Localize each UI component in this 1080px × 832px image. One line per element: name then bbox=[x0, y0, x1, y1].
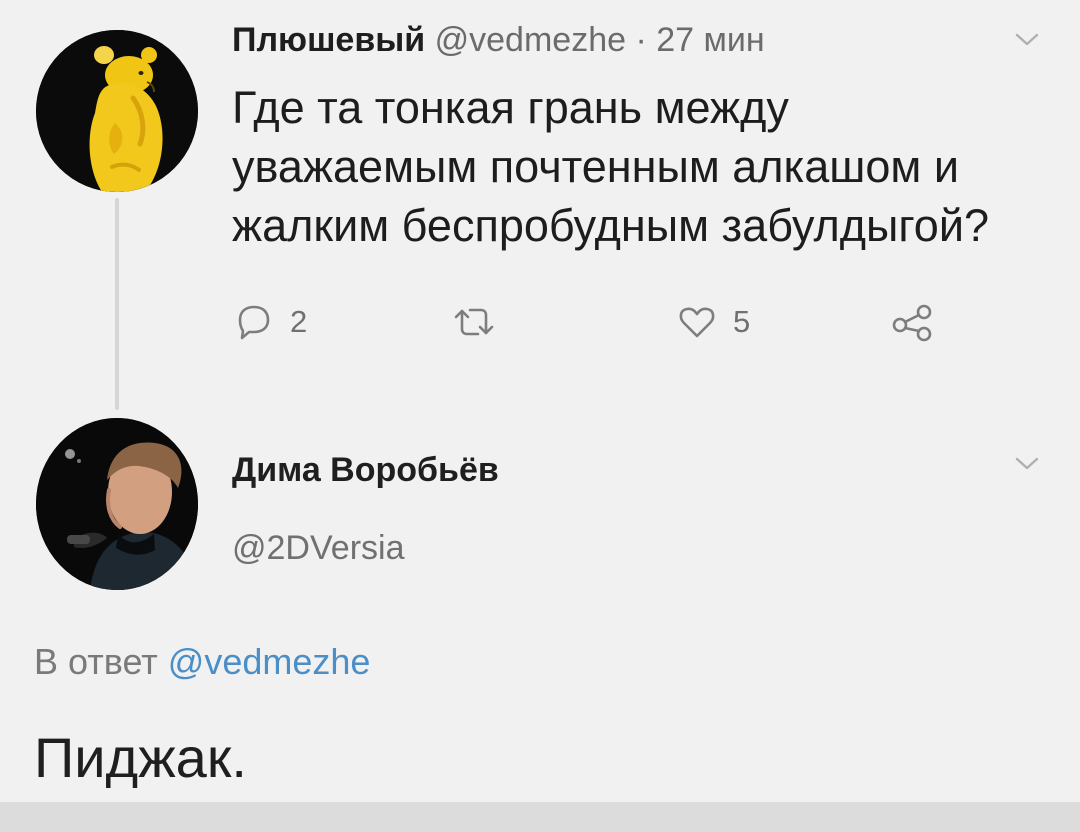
tweet-text: Где та тонкая грань между уважаемым почт… bbox=[232, 78, 1032, 255]
reply-action[interactable]: 2 bbox=[232, 292, 307, 352]
author-avatar[interactable] bbox=[36, 30, 198, 192]
tweet-menu-button[interactable] bbox=[1014, 32, 1040, 48]
man-portrait-avatar-image bbox=[36, 418, 198, 590]
chevron-down-icon bbox=[1015, 457, 1039, 470]
share-icon bbox=[892, 304, 932, 342]
reply-count: 2 bbox=[290, 304, 308, 339]
retweet-icon bbox=[454, 308, 494, 336]
reply-author-name[interactable]: Дима Воробьёв bbox=[232, 446, 499, 494]
retweet-action[interactable] bbox=[450, 292, 498, 352]
like-action[interactable]: 5 bbox=[675, 292, 750, 352]
like-count: 5 bbox=[733, 304, 751, 339]
reply-context: В ответ @vedmezhe bbox=[34, 638, 370, 686]
reply-to-label: В ответ bbox=[34, 641, 158, 682]
author-handle[interactable]: @vedmezhe bbox=[435, 21, 626, 59]
reply-text: Пиджак. bbox=[34, 726, 247, 789]
reply-bubble-icon bbox=[238, 305, 270, 340]
winnie-bear-avatar-image bbox=[36, 30, 198, 192]
tweet-header: Плюшевый @vedmezhe · 27 мин bbox=[232, 16, 765, 64]
share-action[interactable] bbox=[890, 292, 936, 352]
reply-menu-button[interactable] bbox=[1014, 456, 1040, 472]
tweet-actions: 2 5 bbox=[232, 292, 992, 352]
tweet-text-line: Где та тонкая грань между bbox=[232, 82, 789, 133]
reply-to-handle-link[interactable]: @vedmezhe bbox=[168, 641, 371, 682]
reply-author-handle[interactable]: @2DVersia bbox=[232, 524, 404, 572]
author-name[interactable]: Плюшевый bbox=[232, 21, 425, 59]
tweet-text-line: уважаемым почтенным алкашом и bbox=[232, 141, 959, 192]
tweet-thread: Плюшевый @vedmezhe · 27 мин Где та тонка… bbox=[0, 0, 1080, 832]
chevron-down-icon bbox=[1015, 33, 1039, 46]
reply-author-avatar[interactable] bbox=[36, 418, 198, 590]
thread-connector-line bbox=[115, 198, 119, 410]
tweet-text-line: жалким беспробудным забулдыгой? bbox=[232, 200, 989, 251]
header-separator: · bbox=[635, 21, 647, 59]
bottom-edge-strip bbox=[0, 802, 1080, 832]
heart-icon bbox=[679, 307, 715, 338]
tweet-time[interactable]: 27 мин bbox=[656, 21, 764, 59]
